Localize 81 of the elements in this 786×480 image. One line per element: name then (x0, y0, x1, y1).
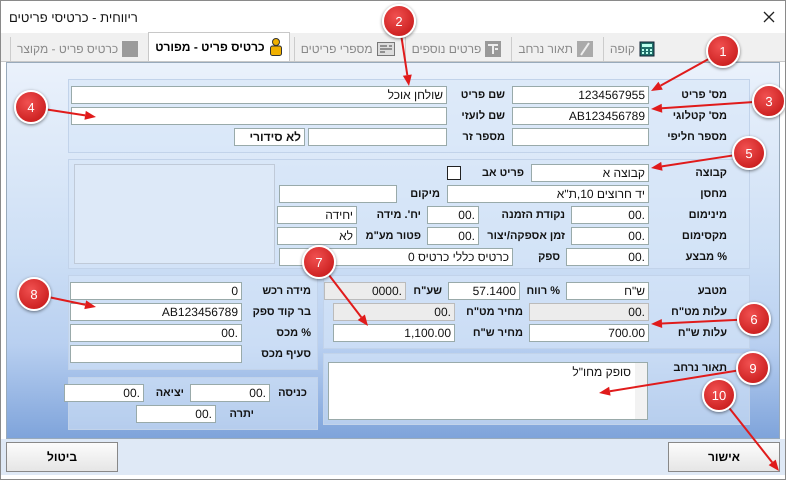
input-field[interactable]: 57.1400 (448, 282, 520, 300)
field-label: שם פריט (460, 88, 505, 102)
input-field[interactable]: .00 (566, 248, 649, 266)
field-label: פטור מע"מ (366, 230, 421, 242)
input-field[interactable]: .00 (190, 384, 270, 402)
calculator-icon (639, 41, 655, 57)
input-field[interactable]: יד חרוצים 10,ת"א (447, 185, 649, 203)
input-field[interactable]: 0 (70, 282, 242, 300)
field-label: בר קוד ספק (252, 306, 311, 318)
field-label: מקסימום (682, 230, 727, 242)
callout-badge: 2 (382, 4, 416, 38)
input-field[interactable]: .00 (427, 227, 479, 245)
input-field[interactable]: לא (277, 227, 357, 245)
square-icon (122, 41, 138, 57)
text-area[interactable]: סופק מחו"ל (328, 362, 648, 420)
status-field: לא סידורי (234, 128, 305, 146)
field-label: עלות מט"ח (671, 306, 727, 318)
dialog-button[interactable]: ביטול (6, 442, 118, 472)
field-label: % מכס (276, 326, 311, 340)
person-icon (268, 38, 283, 56)
window-title: ריווחית - כרטיסי פריטים (9, 10, 138, 24)
field-label: מידה רכש (262, 284, 311, 298)
field-label: % מבצע (686, 250, 727, 264)
form-icon (485, 41, 502, 57)
field-label: נקודת הזמנה (502, 208, 565, 222)
field-label: ספק (538, 250, 560, 264)
input-field[interactable] (308, 128, 447, 146)
field-label: מס' פריט (681, 88, 727, 102)
input-field[interactable]: .00 (64, 384, 144, 402)
input-field[interactable]: 700.00 (529, 324, 649, 342)
field-label: מחיר מט"ח (466, 306, 523, 318)
field-label: יציאה (156, 386, 184, 400)
field-label: מחסן (700, 188, 727, 200)
field-label: מספר זר (462, 130, 505, 144)
input-field[interactable] (70, 345, 242, 363)
scrollbar[interactable] (635, 363, 647, 419)
checkbox[interactable] (447, 166, 461, 180)
pencil-icon (576, 41, 593, 57)
input-field[interactable] (71, 107, 447, 125)
input-field[interactable]: שולחן אוכל (71, 86, 447, 104)
callout-arrow (48, 108, 96, 120)
input-field[interactable]: AB123456789 (512, 107, 649, 125)
field-label: עלות ש"ח (678, 326, 727, 340)
tab[interactable]: כרטיס פריט - מפורט (148, 32, 290, 61)
callout-arrow (400, 38, 412, 86)
input-field[interactable]: AB123456789 (70, 303, 242, 321)
field-label: תאור נרחב (673, 362, 727, 375)
callout-arrow (651, 58, 709, 91)
list-icon (376, 42, 395, 56)
field-label: מינימום (688, 208, 727, 222)
field-label: יתרה (230, 408, 254, 420)
field-label: פריט אב (482, 166, 524, 180)
input-field[interactable]: ש"ח (566, 282, 649, 300)
input-field[interactable]: .00 (571, 227, 649, 245)
field-label: סעיף מכס (261, 348, 311, 360)
field-label: מטבע (698, 284, 727, 298)
input-field[interactable]: .00 (70, 324, 242, 342)
field-label: מספר חליפי (667, 130, 727, 144)
field-label: מיקום (410, 188, 440, 200)
input-field[interactable]: 1234567955 (512, 86, 649, 104)
input-field[interactable]: יחידה (277, 206, 357, 224)
input-field[interactable]: .00 (136, 405, 216, 423)
input-field[interactable]: קבוצה א (531, 164, 649, 182)
field-label: שם לועזי (461, 110, 505, 122)
callout-arrow (50, 296, 96, 310)
input-field[interactable] (279, 185, 397, 203)
dialog-button[interactable]: אישור (668, 442, 780, 472)
field-label: יח'. מידה (376, 208, 421, 222)
callout-arrow (328, 274, 368, 326)
field-label: מס' קטלוגי (672, 110, 727, 122)
field-label: כניסה (278, 386, 307, 400)
input-field[interactable]: 1,100.00 (333, 324, 455, 342)
input-field[interactable]: .00 (427, 206, 479, 224)
field-label: % רווח (526, 284, 560, 298)
field-label: שע"ח (413, 284, 442, 298)
close-icon[interactable] (763, 11, 775, 23)
field-label: זמן אספקה/יצור (487, 230, 565, 242)
field-label: קבוצה (695, 166, 727, 180)
field-label: מחיר ש"ח (472, 326, 523, 340)
input-field[interactable]: .00 (571, 206, 649, 224)
input-field[interactable] (512, 128, 649, 146)
